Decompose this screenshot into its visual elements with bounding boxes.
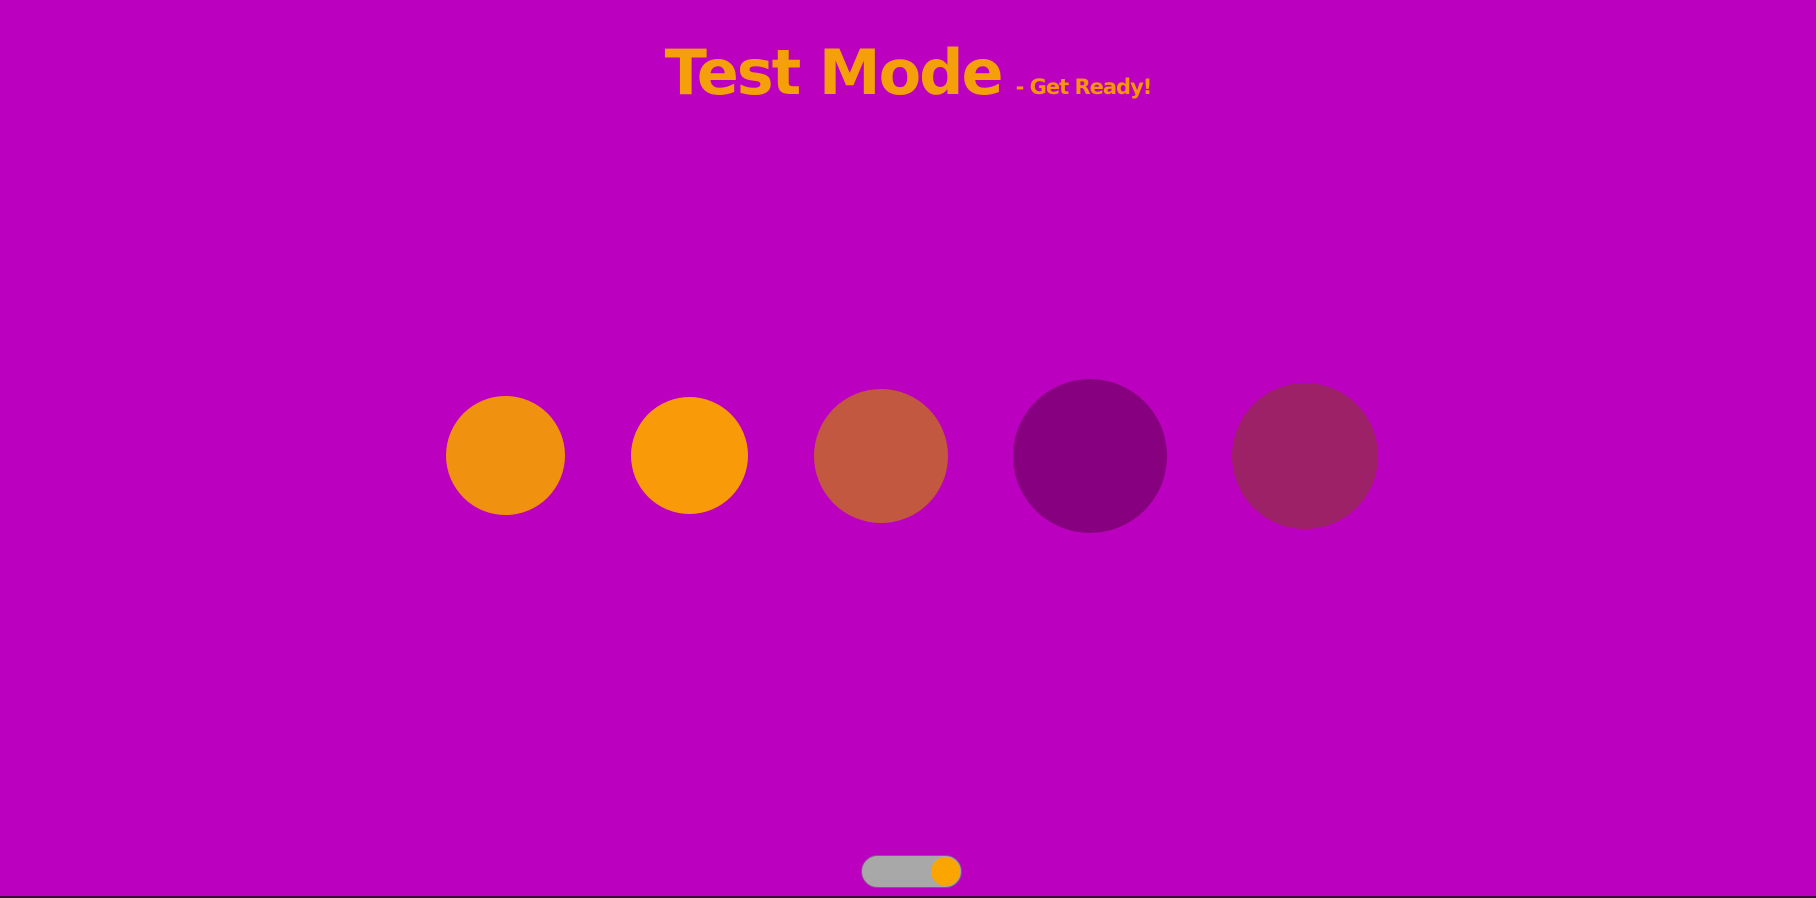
- color-circle-5[interactable]: [1232, 383, 1378, 529]
- mode-toggle[interactable]: [861, 855, 962, 888]
- color-circle-3[interactable]: [814, 389, 948, 523]
- header: Test Mode - Get Ready!: [0, 38, 1816, 108]
- toggle-knob[interactable]: [931, 857, 960, 886]
- page-subtitle: - Get Ready!: [1015, 75, 1153, 99]
- color-circle-4[interactable]: [1013, 379, 1167, 533]
- color-circle-2[interactable]: [631, 397, 748, 514]
- page-title: Test Mode: [664, 36, 1004, 109]
- color-circle-1[interactable]: [446, 396, 565, 515]
